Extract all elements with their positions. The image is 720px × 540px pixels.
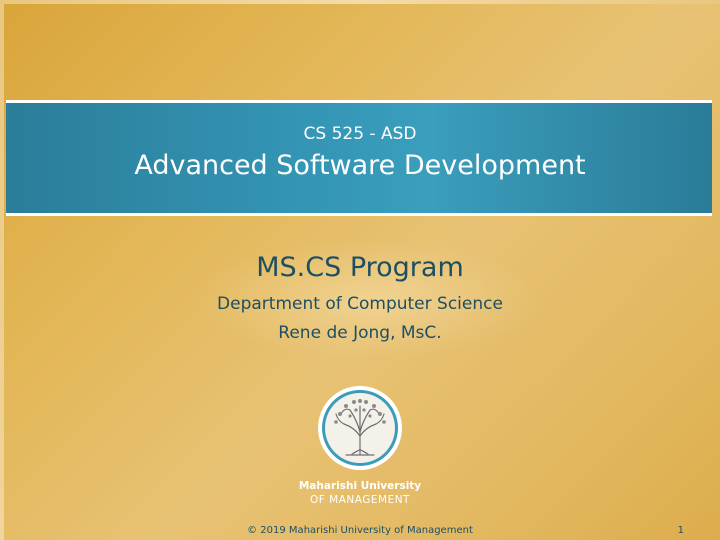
university-subtitle: OF MANAGEMENT: [310, 494, 410, 506]
page-number: 1: [677, 525, 684, 536]
tree-of-life-icon: [318, 386, 402, 470]
program-title: MS.CS Program: [256, 252, 464, 283]
course-title: Advanced Software Development: [134, 150, 586, 181]
slide-top-border: [0, 0, 720, 4]
presenter-line: Rene de Jong, MsC.: [278, 323, 442, 343]
university-name: Maharishi University: [298, 480, 422, 492]
department-line: Department of Computer Science: [217, 294, 503, 314]
copyright-footer: © 2019 Maharishi University of Managemen…: [247, 525, 473, 536]
course-code: CS 525 - ASD: [303, 124, 417, 144]
slide: CS 525 - ASD Advanced Software Developme…: [0, 0, 720, 540]
